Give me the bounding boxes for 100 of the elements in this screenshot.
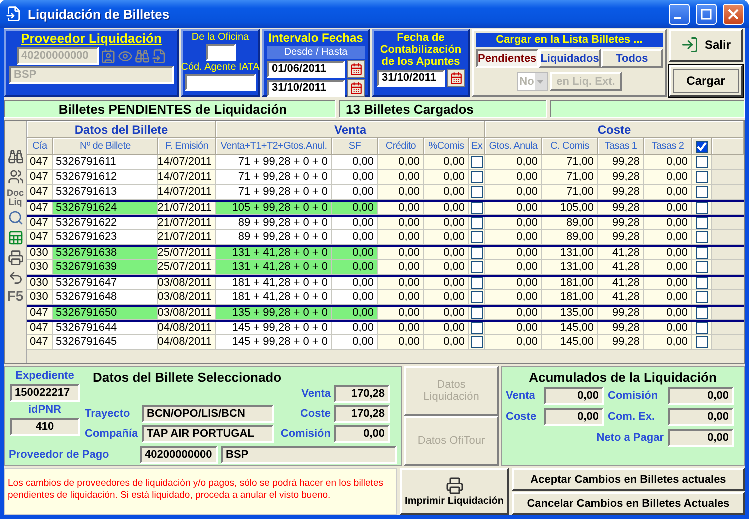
payment-supplier-code-field[interactable]: 40200000000 — [140, 446, 218, 464]
filter-tab[interactable]: Liquidados — [538, 49, 602, 68]
net-total-field[interactable]: 0,00 — [668, 429, 734, 447]
table-cell: 5326791622 — [53, 217, 158, 230]
posting-date-field[interactable]: 31/10/2011 — [377, 70, 445, 87]
extra-commission-field[interactable]: 0,00 — [668, 408, 734, 426]
table-cell: 0,00 — [485, 202, 542, 215]
table-cell: 0,00 — [424, 247, 469, 260]
action-button[interactable]: Cancelar Cambios en Billetes Actuales — [512, 492, 745, 515]
commission-total-field[interactable]: 0,00 — [668, 387, 734, 405]
table-cell: 030 — [27, 277, 53, 290]
toolbar-label[interactable]: F5 — [6, 290, 26, 304]
row-checkbox[interactable] — [470, 186, 482, 198]
table-cell: 0,00 — [485, 322, 542, 335]
close-button[interactable] — [723, 4, 744, 24]
row-checkbox[interactable] — [470, 277, 482, 289]
column-header[interactable]: %Comis — [424, 138, 469, 155]
table-cell: 5326791613 — [53, 185, 158, 200]
load-button[interactable]: Cargar — [669, 64, 743, 97]
airline-field[interactable]: TAP AIR PORTUGAL — [142, 425, 274, 443]
row-checkbox[interactable] — [470, 231, 482, 243]
row-checkbox[interactable] — [696, 231, 708, 243]
row-checkbox[interactable] — [470, 307, 482, 319]
toolbar-label[interactable]: Doc Liq — [6, 189, 26, 206]
row-checkbox[interactable] — [696, 277, 708, 289]
row-checkbox[interactable] — [696, 291, 708, 303]
to-date-field[interactable]: 31/10/2011 — [267, 80, 345, 97]
row-checkbox[interactable] — [696, 171, 708, 183]
iata-field[interactable] — [185, 74, 256, 91]
row-checkbox[interactable] — [696, 247, 708, 259]
office-field[interactable] — [206, 44, 236, 61]
row-checkbox[interactable] — [470, 217, 482, 229]
row-checkbox[interactable] — [696, 322, 708, 334]
select-all-checkbox[interactable] — [696, 140, 708, 152]
column-header[interactable]: Tasas 1 — [598, 138, 644, 155]
exit-button[interactable]: Salir — [669, 29, 743, 62]
printer-icon[interactable] — [8, 250, 24, 266]
row-checkbox[interactable] — [696, 261, 708, 273]
minimize-button[interactable] — [669, 4, 690, 24]
column-header[interactable]: Crédito — [378, 138, 424, 155]
row-checkbox[interactable] — [696, 186, 708, 198]
binoculars-icon[interactable] — [8, 149, 24, 165]
field-label: Coste — [299, 408, 331, 420]
column-header[interactable]: Tasas 2 — [644, 138, 692, 155]
table-cell: 0,00 — [644, 217, 692, 230]
table-cell: 135 + 99,28 + 0 + 0 — [216, 307, 332, 320]
filter-tab[interactable]: Todos — [601, 49, 663, 68]
sale-field[interactable]: 170,28 — [334, 385, 390, 403]
panel-title: Cargar en la Lista Billetes ... — [476, 33, 663, 47]
table-cell: 047 — [27, 155, 53, 170]
row-checkbox[interactable] — [696, 307, 708, 319]
table-cell: 89,00 — [542, 230, 598, 245]
file-number-field[interactable]: 150022217 — [10, 384, 80, 402]
column-header[interactable]: Nº de Billete — [53, 138, 158, 155]
sale-total-field[interactable]: 0,00 — [544, 387, 604, 405]
pnr-id-field[interactable]: 410 — [10, 418, 80, 436]
filter-tab[interactable]: Pendientes — [476, 49, 539, 68]
row-checkbox[interactable] — [696, 217, 708, 229]
row-checkbox[interactable] — [696, 156, 708, 168]
table-cell: 030 — [27, 260, 53, 275]
spreadsheet-icon[interactable] — [8, 230, 24, 246]
calendar-button[interactable] — [447, 69, 465, 88]
print-button[interactable]: Imprimir Liquidación — [400, 468, 509, 515]
maximize-button[interactable] — [696, 4, 717, 24]
row-checkbox[interactable] — [470, 261, 482, 273]
row-checkbox[interactable] — [470, 171, 482, 183]
column-header[interactable]: SF — [332, 138, 378, 155]
row-checkbox[interactable] — [470, 322, 482, 334]
cost-field[interactable]: 170,28 — [334, 405, 390, 423]
row-checkbox[interactable] — [696, 202, 708, 214]
from-date-field[interactable]: 01/06/2011 — [267, 60, 345, 78]
calendar-button[interactable] — [347, 79, 365, 98]
row-checkbox[interactable] — [470, 156, 482, 168]
cost-total-field[interactable]: 0,00 — [544, 408, 604, 426]
undo-icon[interactable] — [8, 270, 24, 286]
row-checkbox[interactable] — [470, 202, 482, 214]
row-checkbox[interactable] — [470, 291, 482, 303]
row-checkbox[interactable] — [470, 336, 482, 348]
table-cell: 0,00 — [332, 290, 378, 305]
people-icon[interactable] — [8, 169, 24, 185]
commission-field[interactable]: 0,00 — [334, 425, 390, 443]
table-cell: 047 — [27, 217, 53, 230]
action-button[interactable]: Aceptar Cambios en Billetes actuales — [512, 468, 745, 491]
field-label: Comisión — [608, 390, 660, 402]
column-header[interactable]: F. Emisión — [158, 138, 216, 155]
row-checkbox[interactable] — [696, 336, 708, 348]
table-cell: 5326791611 — [53, 155, 158, 170]
row-checkbox[interactable] — [470, 247, 482, 259]
calendar-icon — [450, 72, 462, 85]
column-header[interactable]: Cía — [27, 138, 53, 155]
table-cell: 0,00 — [332, 170, 378, 185]
column-header[interactable]: Venta+T1+T2+Gtos.Anul. — [216, 138, 332, 155]
payment-supplier-name-field[interactable]: BSP — [221, 446, 397, 464]
column-header[interactable]: C. Comis — [542, 138, 598, 155]
column-header[interactable]: Gtos. Anula — [485, 138, 542, 155]
table-cell: 99,28 — [598, 155, 644, 170]
route-field[interactable]: BCN/OPO/LIS/BCN — [142, 405, 274, 423]
column-header[interactable]: Ex — [469, 138, 485, 155]
calendar-button[interactable] — [347, 60, 365, 78]
search-icon[interactable] — [8, 210, 24, 226]
